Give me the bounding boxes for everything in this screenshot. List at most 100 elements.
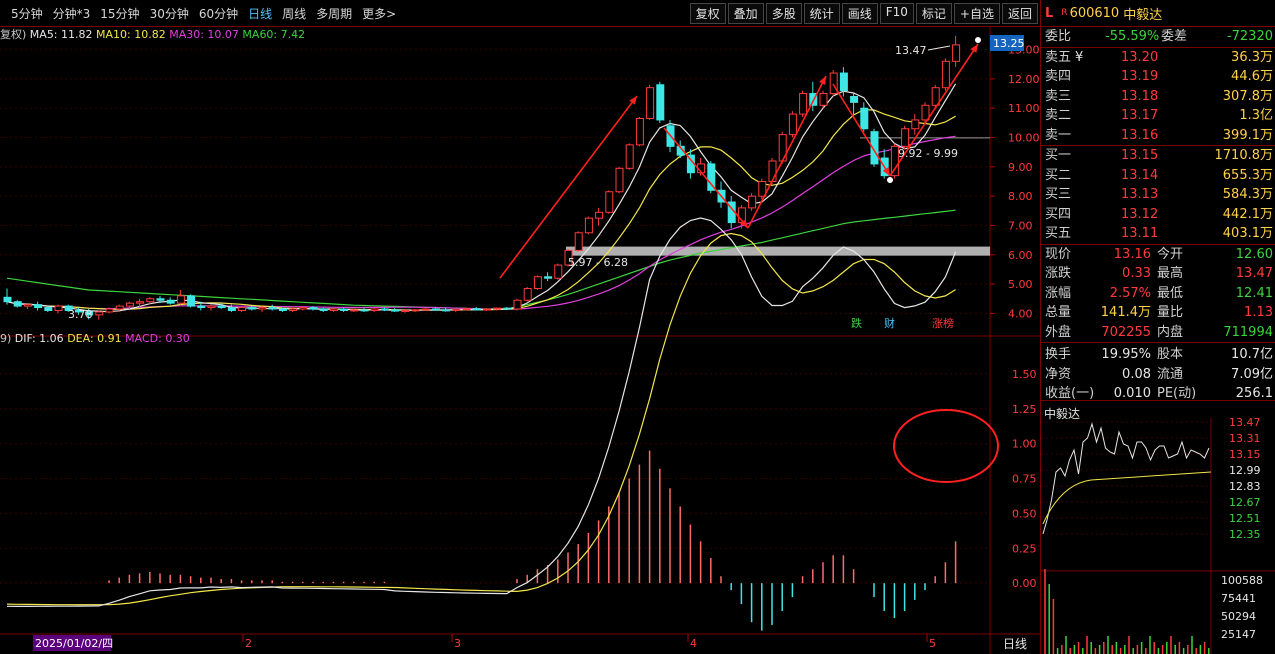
- ma-legend-item: MA10: 10.82: [96, 28, 169, 41]
- support-zone-1: [566, 246, 990, 256]
- period-0[interactable]: 5分钟: [6, 5, 48, 22]
- candle: [503, 306, 512, 310]
- toolbar-button-0[interactable]: 复权: [689, 3, 726, 24]
- macd-tick-label: 1.50: [1012, 368, 1037, 381]
- candle: [350, 309, 359, 312]
- quote-stats-2: 换手 19.95% 股本 10.7亿 净资 0.08 流通 7.09亿 收益(一) 0.010 PE…: [1041, 342, 1275, 404]
- stat-label: 内盘: [1157, 324, 1184, 340]
- flag-l: L: [1045, 5, 1054, 21]
- bid-price: 13.14: [1121, 167, 1159, 183]
- period-8[interactable]: 更多>: [357, 5, 401, 22]
- toolbar-button-4[interactable]: 画线: [841, 3, 878, 24]
- zone1-label: 5.97 - 6.28: [568, 256, 628, 269]
- ask-book: 卖五 ¥13.20 36.3万 卖四 13.19 44.6万 卖三 13.18 307.8万 卖二…: [1041, 46, 1275, 146]
- price-tick-label: 7.00: [1008, 219, 1033, 232]
- toolbar-button-8[interactable]: 返回: [1001, 3, 1038, 24]
- candle: [523, 287, 532, 302]
- toolbar-button-2[interactable]: 多股: [765, 3, 802, 24]
- bid-volume: 442.1万: [1222, 206, 1273, 222]
- bid-book: 买一 13.15 1710.8万 买二 13.14 655.3万 买三 13.13 584.3万…: [1041, 145, 1275, 244]
- ask-row[interactable]: 卖三 13.18 307.8万: [1041, 87, 1275, 107]
- period-6[interactable]: 周线: [277, 5, 311, 22]
- highlight-ellipse: [893, 409, 999, 483]
- candle: [166, 297, 175, 305]
- price-tick-label: 8.00: [1008, 190, 1033, 203]
- stat-value: 1.13: [1244, 305, 1273, 320]
- stat-value: 0.33: [1122, 266, 1151, 281]
- candle: [554, 263, 563, 280]
- kline-svg[interactable]: 13.0012.0011.0010.009.008.007.006.005.00…: [0, 26, 1040, 654]
- ask-row[interactable]: 卖一 13.16 399.1万: [1041, 126, 1275, 146]
- mini-vol-label: 50294: [1221, 610, 1256, 623]
- date-tick-label: 4: [690, 637, 697, 650]
- macd-tick-label: 0.75: [1012, 473, 1037, 486]
- date-tick-label: 5: [929, 637, 936, 650]
- ask-price: 13.19: [1121, 69, 1159, 84]
- candle: [44, 306, 53, 312]
- toolbar-button-3[interactable]: 统计: [803, 3, 840, 24]
- ask-mark: ¥: [1075, 49, 1084, 65]
- candle: [625, 143, 634, 170]
- date-tick-label: 2: [245, 637, 252, 650]
- period-2[interactable]: 15分钟: [95, 5, 144, 22]
- ask-label: 卖二: [1045, 108, 1072, 123]
- toolbar-button-1[interactable]: 叠加: [727, 3, 764, 24]
- marker-dot: [887, 177, 893, 183]
- toolbar-button-7[interactable]: +自选: [953, 3, 1000, 24]
- stat-row: 外盘 702255 内盘 711994: [1041, 323, 1275, 343]
- candle: [472, 306, 481, 311]
- zone2-label: 9.92 - 9.99: [898, 147, 958, 160]
- bid-label: 买五: [1045, 226, 1072, 241]
- period-5[interactable]: 日线: [243, 5, 277, 22]
- bid-row[interactable]: 买三 13.13 584.3万: [1041, 185, 1275, 205]
- candle: [941, 58, 950, 91]
- stat-label: 涨幅: [1045, 285, 1072, 301]
- stat2-row: 换手 19.95% 股本 10.7亿: [1041, 345, 1275, 365]
- ask-row[interactable]: 卖二 13.17 1.3亿: [1041, 106, 1275, 126]
- period-1[interactable]: 分钟*3: [48, 5, 96, 22]
- toolbar-button-6[interactable]: 标记: [915, 3, 952, 24]
- bid-row[interactable]: 买五 13.11 403.1万: [1041, 224, 1275, 244]
- bid-row[interactable]: 买二 13.14 655.3万: [1041, 166, 1275, 186]
- bid-row[interactable]: 买一 13.15 1710.8万: [1041, 146, 1275, 166]
- intraday-mini-chart[interactable]: 13.47 13.31 13.15 12.99 12.83 12.67 12.51 12.35…: [1041, 404, 1275, 654]
- stat2-value: 10.7亿: [1231, 347, 1273, 362]
- trend-arrow-5-head: [970, 44, 978, 53]
- toolbar-button-5[interactable]: F10: [879, 3, 914, 24]
- stat-row: 涨跌 0.33 最高 13.47: [1041, 264, 1275, 284]
- stock-name[interactable]: 中毅达: [1123, 4, 1162, 23]
- candle: [799, 90, 808, 118]
- kline-chart-area[interactable]: 13.0012.0011.0010.009.008.007.006.005.00…: [0, 26, 1040, 654]
- stat-label: 今开: [1157, 246, 1184, 262]
- ma-legend-item: MA5: 11.82: [30, 28, 96, 41]
- ma30-line: [6, 135, 956, 310]
- macd-tick-label: 0.00: [1012, 577, 1037, 590]
- stock-code[interactable]: 600610: [1070, 6, 1120, 21]
- stat-value: 12.41: [1235, 285, 1273, 301]
- weicha-value: -72320: [1226, 29, 1273, 44]
- ma-legend-prefix: 复权): [0, 27, 30, 41]
- macd-tick-label: 1.00: [1012, 438, 1037, 451]
- macd-legend: 9) DIF: 1.06 DEA: 0.91 MACD: 0.30: [0, 332, 190, 345]
- bid-volume: 1710.8万: [1214, 148, 1274, 163]
- stat2-label: 净资: [1045, 366, 1072, 382]
- period-4[interactable]: 60分钟: [194, 5, 243, 22]
- ask-price: 13.20: [1121, 49, 1159, 65]
- ask-row[interactable]: 卖四 13.19 44.6万: [1041, 67, 1275, 87]
- stat-value: 13.16: [1113, 246, 1151, 262]
- ask-row[interactable]: 卖五 ¥13.20 36.3万: [1041, 48, 1275, 68]
- period-3[interactable]: 30分钟: [145, 5, 194, 22]
- ask-volume: 44.6万: [1231, 69, 1273, 84]
- ma-legend-item: MA30: 10.07: [169, 28, 242, 41]
- candle: [329, 307, 338, 312]
- stat2-row: 净资 0.08 流通 7.09亿: [1041, 365, 1275, 385]
- candle: [595, 207, 604, 226]
- ask-price: 13.16: [1121, 127, 1159, 143]
- candle: [788, 111, 797, 138]
- trend-arrow-4: [832, 83, 891, 177]
- period-7[interactable]: 多周期: [311, 5, 357, 22]
- bid-price: 13.13: [1121, 187, 1159, 202]
- bid-row[interactable]: 买四 13.12 442.1万: [1041, 205, 1275, 225]
- stat-label: 涨跌: [1045, 266, 1072, 281]
- candle: [544, 272, 553, 282]
